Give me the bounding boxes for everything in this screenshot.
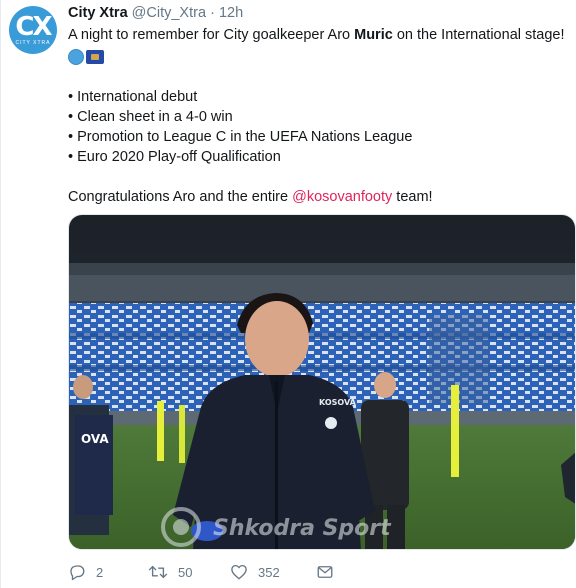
author-name[interactable]: City Xtra <box>68 5 128 21</box>
tweet-text: A night to remember for City goalkeeper … <box>68 25 568 207</box>
jersey-text-partial: OVA <box>81 432 109 446</box>
bullet-item: • Promotion to League C in the UEFA Nati… <box>68 129 413 145</box>
mention-link[interactable]: @kosovanfooty <box>292 189 392 205</box>
jersey-text: KOSOVA <box>319 398 357 407</box>
tweet-photo[interactable]: OVA KOSOVA Shkodra Sport <box>68 214 576 550</box>
heart-icon <box>231 564 247 580</box>
avatar[interactable]: CX CITY XTRA <box>9 6 57 54</box>
mail-icon <box>317 566 333 578</box>
closing-line: Congratulations Aro and the entire @koso… <box>68 187 568 207</box>
retweet-count: 50 <box>178 564 193 580</box>
bullet-item: • International debut <box>68 89 198 105</box>
retweet-button[interactable]: 50 <box>148 563 230 581</box>
tweet-text-segment: team! <box>392 189 433 205</box>
reply-icon <box>70 565 85 581</box>
tweet-actions: 2 50 352 <box>68 563 334 581</box>
tweet-time[interactable]: 12h <box>219 5 243 21</box>
tweet-text-segment: Congratulations Aro and the entire <box>68 189 293 205</box>
author-handle[interactable]: @City_Xtra <box>132 5 206 21</box>
tweet-card[interactable]: CX CITY XTRA City Xtra @City_Xtra · 12h … <box>0 0 576 588</box>
watermark-text: Shkodra Sport <box>213 516 392 541</box>
tweet-header: City Xtra @City_Xtra · 12h <box>68 4 568 23</box>
emoji-row <box>68 47 568 67</box>
kosovo-flag-emoji-icon <box>86 50 104 64</box>
retweet-icon <box>148 565 168 579</box>
blue-circle-emoji-icon <box>68 49 84 65</box>
reply-button[interactable]: 2 <box>68 563 148 581</box>
tweet-line-1: A night to remember for City goalkeeper … <box>68 25 568 45</box>
photo-scene: OVA KOSOVA Shkodra Sport <box>69 215 575 549</box>
bullet-item: • Clean sheet in a 4-0 win <box>68 109 233 125</box>
tweet-bold-name: Muric <box>354 27 393 43</box>
bullet-item: • Euro 2020 Play-off Qualification <box>68 149 281 165</box>
reply-count: 2 <box>96 564 104 580</box>
like-count: 352 <box>258 564 280 580</box>
header-separator: · <box>210 5 215 21</box>
tweet-text-segment: A night to remember for City goalkeeper … <box>68 27 355 43</box>
avatar-subtext: CITY XTRA <box>15 39 51 46</box>
direct-message-button[interactable] <box>316 563 334 581</box>
tweet-content: City Xtra @City_Xtra · 12h A night to re… <box>68 4 568 207</box>
city-xtra-logo-icon: CX <box>15 11 52 42</box>
like-button[interactable]: 352 <box>230 563 316 581</box>
tweet-text-segment: on the International stage! <box>392 27 565 43</box>
